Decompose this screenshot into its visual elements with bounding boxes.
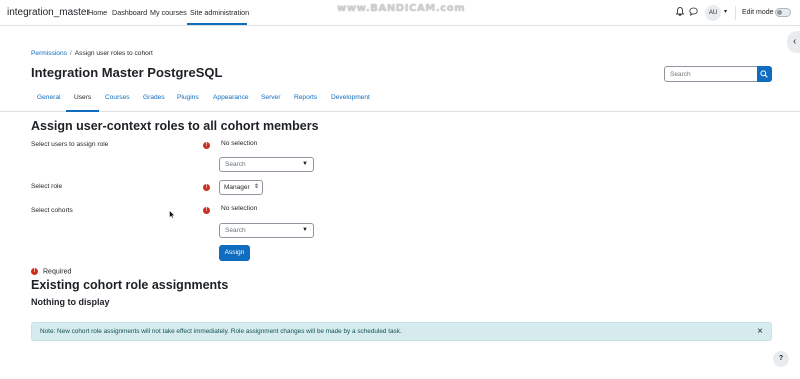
nav-dashboard[interactable]: Dashboard bbox=[112, 8, 147, 17]
close-icon[interactable]: × bbox=[757, 326, 763, 337]
tab-development[interactable]: Development bbox=[331, 94, 370, 101]
cohorts-selection-status: No selection bbox=[221, 205, 258, 212]
open-drawer-chevron-left-icon[interactable]: ‹ bbox=[787, 31, 800, 53]
breadcrumb: Permissions / Assign user roles to cohort bbox=[31, 50, 153, 57]
select-role-label: Select role bbox=[31, 183, 63, 190]
form-heading: Assign user-context roles to all cohort … bbox=[31, 119, 319, 133]
required-legend-text: Required bbox=[43, 268, 72, 276]
nav-my-courses[interactable]: My courses bbox=[150, 8, 187, 17]
recording-watermark: www.BANDICAM.com bbox=[337, 3, 466, 14]
tab-appearance[interactable]: Appearance bbox=[213, 94, 249, 101]
updown-caret-icon: ⇕ bbox=[253, 184, 259, 190]
caret-down-icon: ▼ bbox=[302, 161, 308, 167]
notification-bell-icon[interactable] bbox=[675, 7, 685, 18]
search-button[interactable] bbox=[757, 66, 772, 82]
required-icon: ! bbox=[203, 207, 210, 214]
nav-active-indicator bbox=[187, 23, 247, 25]
caret-down-icon: ▼ bbox=[302, 227, 308, 233]
page-title: Integration Master PostgreSQL bbox=[31, 65, 223, 80]
edit-mode-toggle[interactable] bbox=[775, 8, 791, 17]
breadcrumb-current: Assign user roles to cohort bbox=[74, 50, 153, 57]
select-cohorts-label: Select cohorts bbox=[31, 207, 73, 214]
required-legend: ! Required bbox=[31, 268, 71, 275]
mouse-cursor-icon bbox=[169, 210, 175, 219]
select-users-label: Select users to assign role bbox=[31, 141, 109, 148]
admin-tabs: General Users Courses Grades Plugins App… bbox=[0, 91, 800, 112]
info-alert: Note: New cohort role assignments will n… bbox=[31, 322, 772, 341]
breadcrumb-separator: / bbox=[69, 50, 72, 57]
edit-mode-label: Edit mode bbox=[742, 9, 774, 16]
tab-reports[interactable]: Reports bbox=[294, 94, 317, 101]
tab-general[interactable]: General bbox=[37, 94, 60, 101]
empty-state-text: Nothing to display bbox=[31, 297, 110, 307]
tab-server[interactable]: Server bbox=[261, 94, 280, 101]
active-tab-indicator bbox=[66, 110, 99, 112]
required-icon: ! bbox=[203, 184, 210, 191]
role-select[interactable]: Manager ⇕ bbox=[219, 180, 263, 195]
help-button[interactable]: ? bbox=[773, 351, 789, 367]
tab-courses[interactable]: Courses bbox=[105, 94, 130, 101]
navbar-divider bbox=[735, 6, 736, 20]
nav-home[interactable]: Home bbox=[88, 8, 107, 17]
users-search-placeholder: Search bbox=[225, 161, 246, 168]
assign-button[interactable]: Assign bbox=[219, 245, 250, 261]
chevron-down-icon[interactable]: ▾ bbox=[724, 8, 727, 15]
messages-icon[interactable] bbox=[689, 7, 698, 18]
user-avatar[interactable]: AU bbox=[705, 5, 721, 21]
cohorts-search-autocomplete[interactable]: Search ▼ bbox=[219, 223, 314, 238]
role-select-value: Manager bbox=[224, 184, 250, 191]
breadcrumb-permissions-link[interactable]: Permissions bbox=[31, 50, 67, 57]
search-input[interactable] bbox=[664, 66, 758, 82]
users-search-autocomplete[interactable]: Search ▼ bbox=[219, 157, 314, 172]
required-icon: ! bbox=[203, 142, 210, 149]
cohorts-search-placeholder: Search bbox=[225, 227, 246, 234]
tab-users[interactable]: Users bbox=[74, 94, 91, 101]
site-name[interactable]: integration_master bbox=[7, 7, 90, 18]
required-icon: ! bbox=[31, 268, 38, 275]
tab-plugins[interactable]: Plugins bbox=[177, 94, 199, 101]
tab-grades[interactable]: Grades bbox=[143, 94, 165, 101]
existing-assignments-heading: Existing cohort role assignments bbox=[31, 278, 229, 292]
top-navbar: integration_master Home Dashboard My cou… bbox=[0, 0, 800, 26]
users-selection-status: No selection bbox=[221, 140, 258, 147]
info-alert-text: Note: New cohort role assignments will n… bbox=[40, 328, 402, 335]
nav-site-administration[interactable]: Site administration bbox=[190, 8, 249, 17]
search-icon bbox=[760, 70, 768, 78]
